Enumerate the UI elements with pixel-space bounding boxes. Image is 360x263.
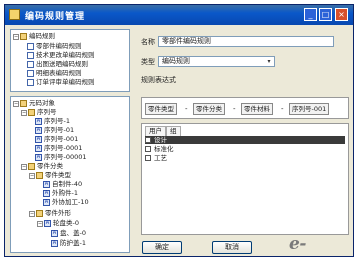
expression-builder: 零件类型 - 零件分类 - 零件材料 - 序列号-001: [141, 97, 349, 119]
collapse-icon[interactable]: −: [21, 109, 27, 116]
element-icon: A: [35, 145, 42, 152]
tree-item-rule[interactable]: 技术更改单编码规则: [27, 51, 95, 60]
list-item[interactable]: 标准化: [145, 145, 345, 153]
folder-icon: [28, 109, 35, 116]
expression-separator: -: [233, 105, 236, 113]
expression-segment[interactable]: 零件类型: [145, 103, 177, 115]
element-icon: A: [43, 181, 50, 188]
cancel-button[interactable]: 取消: [212, 241, 252, 254]
name-field[interactable]: 零部件编码规则: [158, 36, 334, 47]
folder-icon: [20, 100, 27, 107]
tree-group-seq[interactable]: − 序列号: [21, 108, 57, 117]
tree-item-part-type[interactable]: A 外购件-1: [43, 189, 78, 198]
rule-tree: − 编码规则 零部件编码规则 技术更改单编码规则 出图送晒编码规则 明细表编码规则…: [10, 29, 130, 92]
tree-group-part-category[interactable]: − 零件分类: [21, 162, 63, 171]
tree-root-elements[interactable]: − 元码对象: [13, 99, 55, 108]
tree-item-part-type[interactable]: A 自制件-40: [43, 180, 82, 189]
document-icon: [27, 43, 34, 50]
element-icon: A: [35, 154, 42, 161]
element-icon: A: [51, 240, 58, 247]
expression-segment[interactable]: 零件分类: [193, 103, 225, 115]
element-icon: A: [44, 220, 51, 227]
tree-item-seq[interactable]: A 序列号-001: [35, 135, 78, 144]
folder-icon: [36, 172, 43, 179]
tree-item-rule[interactable]: 出图送晒编码规则: [27, 60, 88, 69]
checkbox[interactable]: [145, 137, 151, 143]
expression-segment[interactable]: 零件材料: [241, 103, 273, 115]
document-icon: [27, 52, 34, 59]
tree-item-seq[interactable]: A 序列号-0001: [35, 144, 82, 153]
close-button[interactable]: ×: [335, 8, 348, 21]
checkbox[interactable]: [145, 146, 151, 152]
collapse-icon[interactable]: −: [13, 100, 19, 107]
app-window: 编码规则管理 _ □ × − 编码规则 零部件编码规则 技术更改单编码规则 出图送…: [4, 4, 354, 257]
element-icon: A: [35, 136, 42, 143]
eworks-logo: e-works: [289, 234, 343, 256]
expression-segment[interactable]: 序列号-001: [289, 103, 330, 115]
tree-item-rule[interactable]: 订单评审单编码规则: [27, 78, 95, 87]
expression-separator: -: [185, 105, 188, 113]
element-icon: A: [51, 230, 58, 237]
category-select-value: 编码规则: [162, 57, 190, 65]
collapse-icon[interactable]: −: [29, 210, 35, 217]
tree-group-part-type[interactable]: − 零件类型: [29, 171, 71, 180]
ok-button[interactable]: 确定: [142, 241, 182, 254]
collapse-icon[interactable]: −: [29, 172, 35, 179]
document-icon: [27, 79, 34, 86]
tree-item-rule[interactable]: 零部件编码规则: [27, 42, 82, 51]
permission-panel: 用户 组 设计 标准化 工艺: [141, 123, 349, 235]
category-label: 类型: [141, 58, 155, 66]
app-icon: [9, 9, 20, 20]
name-label: 名称: [141, 38, 155, 46]
tree-group-part-form-sub[interactable]: − A 轮盘类-0: [37, 219, 79, 228]
element-icon: A: [43, 190, 50, 197]
tree-item-part-form[interactable]: A 防护盖-1: [51, 239, 86, 248]
tree-group-part-form[interactable]: − 零件外形: [29, 209, 71, 218]
expression-label: 规则表达式: [141, 76, 176, 84]
document-icon: [27, 61, 34, 68]
title-bar: 编码规则管理 _ □ ×: [5, 5, 353, 25]
element-icon: A: [35, 127, 42, 134]
tree-item-seq[interactable]: A 序列号-00001: [35, 153, 87, 162]
tab-user[interactable]: 用户: [145, 126, 166, 136]
collapse-icon[interactable]: −: [21, 163, 27, 170]
list-item[interactable]: 设计: [145, 136, 345, 144]
folder-icon: [28, 163, 35, 170]
collapse-icon[interactable]: −: [13, 33, 19, 40]
expression-separator: -: [281, 105, 284, 113]
category-select[interactable]: 编码规则 ▾: [158, 56, 275, 67]
tree-root-rules[interactable]: − 编码规则: [13, 32, 55, 41]
tree-item-part-type[interactable]: A 外协加工-10: [43, 198, 89, 207]
permission-list: 设计 标准化 工艺: [145, 136, 345, 162]
checkbox[interactable]: [145, 155, 151, 161]
chevron-down-icon: ▾: [267, 58, 271, 65]
element-tree: − 元码对象 − 序列号 A 序列号-1 A 序列号-01 A 序列号-001 A 序列号-…: [10, 96, 130, 253]
folder-icon: [36, 210, 43, 217]
folder-icon: [20, 33, 27, 40]
list-item[interactable]: 工艺: [145, 154, 345, 162]
maximize-button[interactable]: □: [319, 8, 332, 21]
document-icon: [27, 70, 34, 77]
tab-group[interactable]: 组: [166, 126, 181, 136]
collapse-icon[interactable]: −: [37, 220, 43, 227]
tree-item-rule[interactable]: 明细表编码规则: [27, 69, 82, 78]
tree-item-seq[interactable]: A 序列号-1: [35, 117, 70, 126]
minimize-button[interactable]: _: [304, 8, 317, 21]
element-icon: A: [35, 118, 42, 125]
tree-item-seq[interactable]: A 序列号-01: [35, 126, 74, 135]
tree-item-part-form[interactable]: A 盘、盖-0: [51, 229, 86, 238]
element-icon: A: [43, 199, 50, 206]
window-title: 编码规则管理: [25, 12, 86, 22]
